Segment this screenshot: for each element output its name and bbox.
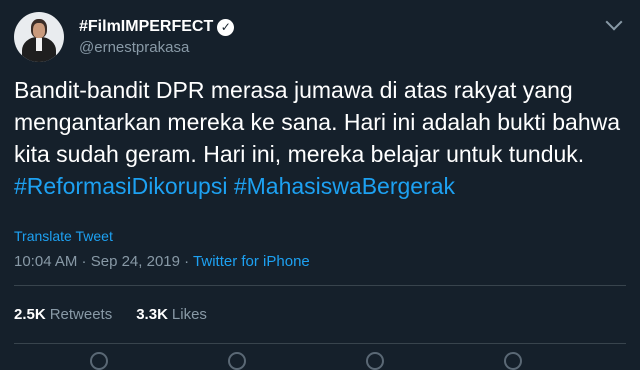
reply-icon[interactable] [90,352,108,370]
tweet-stats: 2.5K Retweets 3.3K Likes [14,306,231,323]
tweet-text: Bandit-bandit DPR merasa jumawa di atas … [14,74,624,202]
meta-separator: · [179,253,194,270]
likes-label: Likes [171,306,207,323]
translate-tweet-link[interactable]: Translate Tweet [14,228,113,244]
tweet-meta: 10:04 AM · Sep 24, 2019 · Twitter for iP… [14,253,310,270]
tweet-date[interactable]: Sep 24, 2019 [91,253,180,270]
hashtag-link[interactable]: #MahasiswaBergerak [234,173,455,199]
share-icon[interactable] [504,352,522,370]
tweet-time[interactable]: 10:04 AM [14,253,77,270]
likes-stat[interactable]: 3.3K Likes [136,306,207,323]
like-icon[interactable] [366,352,384,370]
tweet-header: #FilmIMPERFECT ✓ @ernestprakasa [14,12,235,62]
divider [14,343,626,344]
divider [14,285,626,286]
action-bar [90,352,640,370]
hashtag-link[interactable]: #ReformasiDikorupsi [14,173,227,199]
retweet-icon[interactable] [228,352,246,370]
retweets-stat[interactable]: 2.5K Retweets [14,306,112,323]
avatar-face [33,23,45,38]
avatar[interactable] [14,12,64,62]
author-names: #FilmIMPERFECT ✓ @ernestprakasa [79,18,235,56]
avatar-shirt [36,37,42,51]
verified-badge-icon: ✓ [217,18,235,36]
meta-separator: · [77,253,91,270]
likes-count: 3.3K [136,306,168,323]
display-name-row: #FilmIMPERFECT ✓ [79,18,235,36]
retweets-count: 2.5K [14,306,46,323]
tweet-card: #FilmIMPERFECT ✓ @ernestprakasa Bandit-b… [0,0,640,370]
retweets-label: Retweets [49,306,113,323]
tweet-source-link[interactable]: Twitter for iPhone [193,253,310,270]
user-handle[interactable]: @ernestprakasa [79,39,234,56]
chevron-down-icon[interactable] [605,13,623,31]
display-name[interactable]: #FilmIMPERFECT [79,18,213,36]
tweet-body-text: Bandit-bandit DPR merasa jumawa di atas … [14,77,621,167]
